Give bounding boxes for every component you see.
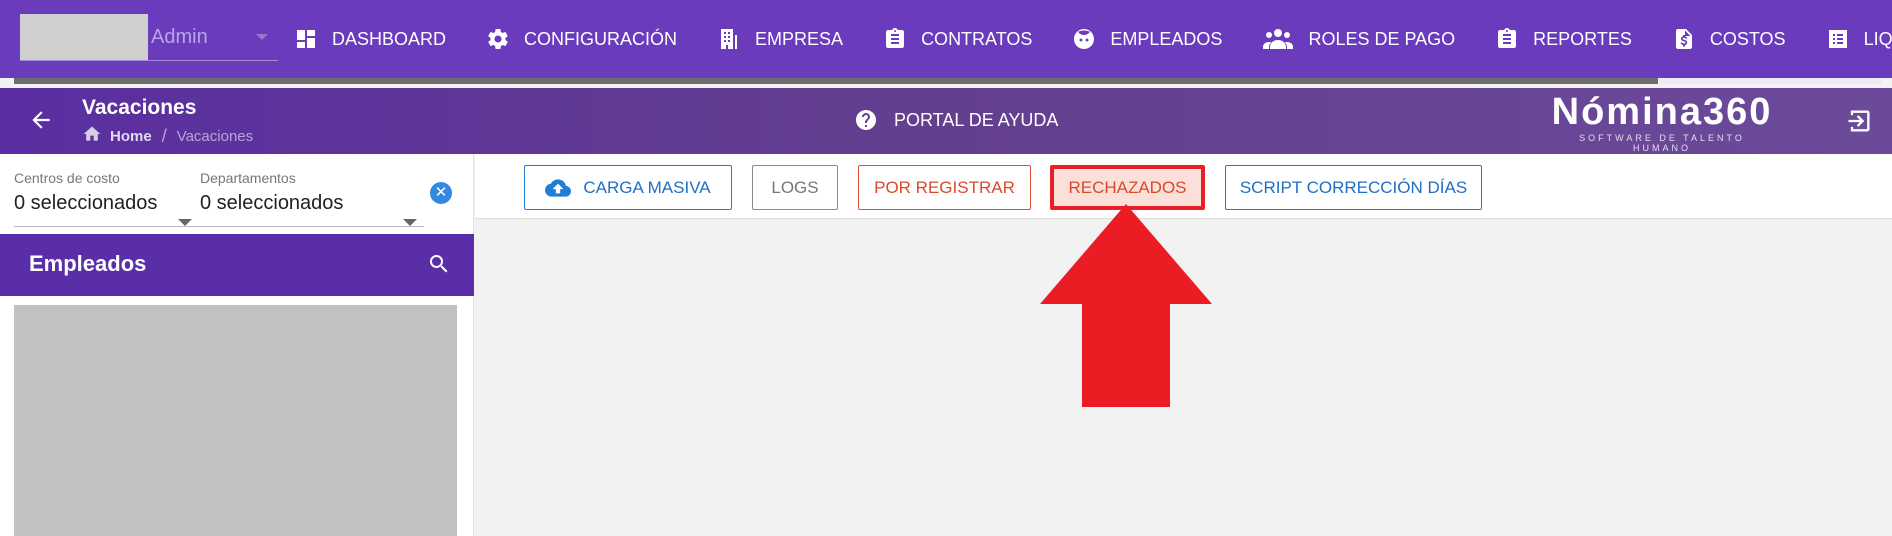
department-filter[interactable]: Departamentos 0 seleccionados	[200, 170, 424, 226]
user-name: Admin	[151, 26, 208, 48]
top-navigation-bar: Admin DASHBOARD CONFIGURACIÓN EMPRESA CO…	[0, 0, 1892, 78]
search-icon[interactable]	[427, 252, 451, 276]
nav-label: COSTOS	[1709, 28, 1786, 49]
page-title: Vacaciones	[82, 96, 197, 119]
nav-label: REPORTES	[1533, 28, 1632, 49]
breadcrumb-separator: /	[161, 125, 167, 146]
chevron-down-icon[interactable]	[403, 219, 417, 226]
employees-title: Empleados	[29, 251, 147, 276]
face-icon	[1072, 27, 1096, 51]
annotation-arrow-icon	[1040, 204, 1212, 407]
app-window: Admin DASHBOARD CONFIGURACIÓN EMPRESA CO…	[0, 0, 1892, 536]
pending-registration-button[interactable]: POR REGISTRAR	[858, 165, 1031, 210]
logs-label: LOGS	[771, 177, 819, 197]
nav-item-liquidaciones[interactable]: LIQUIDACIONE	[1826, 19, 1892, 59]
breadcrumb-current: Vacaciones	[176, 127, 254, 145]
brand-name: Nómina360	[1551, 91, 1773, 133]
avatar	[20, 14, 148, 60]
employees-header: Empleados	[0, 234, 474, 296]
nav-label: EMPLEADOS	[1110, 28, 1223, 49]
loading-progress-bar	[14, 78, 1882, 84]
filter-underline	[14, 226, 424, 227]
nav-item-empresa[interactable]: EMPRESA	[717, 19, 843, 59]
cloud-upload-icon	[545, 178, 572, 197]
nav-item-empleados[interactable]: EMPLEADOS	[1072, 19, 1222, 59]
progress-fill	[14, 78, 1658, 84]
logout-icon[interactable]	[1845, 107, 1873, 135]
bulk-upload-button[interactable]: CARGA MASIVA	[524, 165, 732, 210]
cost-center-label: Centros de costo	[14, 170, 120, 186]
people-icon	[1262, 27, 1294, 51]
breadcrumb: Home / Vacaciones	[82, 124, 253, 148]
help-icon	[856, 110, 876, 130]
help-portal-link[interactable]: PORTAL DE AYUDA	[854, 108, 1058, 132]
bulk-upload-label: CARGA MASIVA	[583, 177, 711, 197]
dashboard-icon	[294, 27, 318, 51]
breadcrumb-home[interactable]: Home	[110, 128, 152, 145]
employee-panel: Centros de costo 0 seleccionados Departa…	[0, 154, 474, 536]
nav-item-roles-de-pago[interactable]: ROLES DE PAGO	[1262, 19, 1455, 59]
nav-item-costos[interactable]: COSTOS	[1672, 19, 1786, 59]
cost-center-value: 0 seleccionados	[14, 192, 158, 214]
page-header: Vacaciones Home / Vacaciones PORTAL DE A…	[0, 88, 1892, 154]
back-arrow-icon[interactable]	[28, 107, 54, 133]
nav-item-dashboard[interactable]: DASHBOARD	[294, 19, 446, 59]
rejected-label: RECHAZADOS	[1068, 177, 1187, 197]
days-correction-script-button[interactable]: SCRIPT CORRECCIÓN DÍAS	[1225, 165, 1482, 210]
main-menu: DASHBOARD CONFIGURACIÓN EMPRESA CONTRATO…	[294, 0, 1892, 78]
list-icon	[1826, 27, 1850, 51]
nav-label: DASHBOARD	[332, 28, 447, 49]
logs-button[interactable]: LOGS	[752, 165, 838, 210]
nav-label: LIQUIDACIONE	[1863, 28, 1892, 49]
pending-registration-label: POR REGISTRAR	[874, 177, 1015, 197]
building-icon	[717, 27, 741, 51]
cost-center-filter[interactable]: Centros de costo 0 seleccionados	[14, 170, 194, 226]
department-label: Departamentos	[200, 170, 296, 186]
nav-label: CONTRATOS	[921, 28, 1033, 49]
clear-filters-icon[interactable]: ✕	[430, 182, 452, 204]
chevron-down-icon[interactable]	[256, 34, 268, 40]
chevron-down-icon[interactable]	[178, 219, 192, 226]
clipboard-icon	[1495, 27, 1519, 51]
help-label: PORTAL DE AYUDA	[894, 109, 1059, 130]
nav-item-contratos[interactable]: CONTRATOS	[883, 19, 1032, 59]
brand-tagline: SOFTWARE DE TALENTO HUMANO	[1579, 133, 1745, 153]
nav-item-reportes[interactable]: REPORTES	[1495, 19, 1632, 59]
user-selector[interactable]: Admin	[20, 14, 278, 61]
gear-icon	[486, 27, 510, 51]
department-value: 0 seleccionados	[200, 192, 344, 214]
employee-list[interactable]	[14, 305, 457, 536]
clipboard-icon	[883, 27, 907, 51]
nav-label: CONFIGURACIÓN	[524, 28, 678, 49]
nav-label: EMPRESA	[755, 28, 844, 49]
nav-label: ROLES DE PAGO	[1308, 28, 1456, 49]
home-icon[interactable]	[82, 124, 102, 148]
brand-logo: Nómina360 SOFTWARE DE TALENTO HUMANO	[1549, 92, 1775, 153]
nav-item-configuracion[interactable]: CONFIGURACIÓN	[486, 19, 677, 59]
dollar-file-icon	[1672, 27, 1696, 51]
days-correction-script-label: SCRIPT CORRECCIÓN DÍAS	[1239, 177, 1468, 197]
